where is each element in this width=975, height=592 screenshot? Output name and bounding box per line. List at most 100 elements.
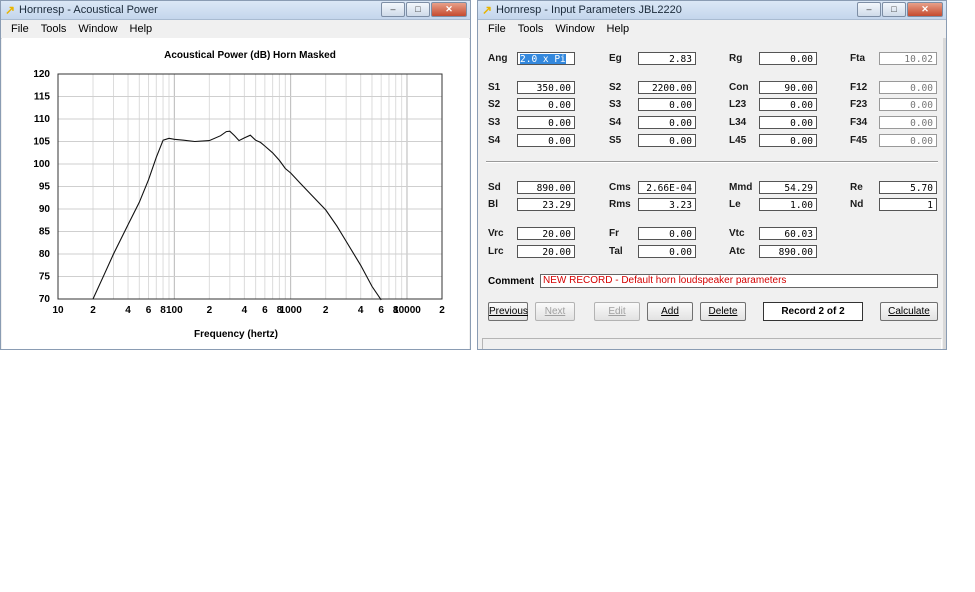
x-tick-label: 10000 <box>393 305 421 316</box>
menu-help[interactable]: Help <box>124 23 159 35</box>
maximize-button[interactable]: □ <box>406 2 430 17</box>
minimize-button[interactable]: – <box>857 2 881 17</box>
param-field-eg-1[interactable]: 2.83 <box>638 52 696 65</box>
param-field-lrc-31[interactable]: 20.00 <box>517 245 575 258</box>
param-field-f34-15[interactable]: 0.00 <box>879 116 937 129</box>
param-field-rms-25[interactable]: 3.23 <box>638 198 696 211</box>
param-label-eg-1: Eg <box>609 53 622 64</box>
param-label-l23-10: L23 <box>729 99 747 110</box>
add-button[interactable]: Add <box>647 302 693 321</box>
param-field-l45-18[interactable]: 0.00 <box>759 134 817 147</box>
y-tick-label: 120 <box>33 69 50 80</box>
param-field-fr-29[interactable]: 0.00 <box>638 227 696 240</box>
menu-file[interactable]: File <box>5 23 35 35</box>
param-field-f23-11[interactable]: 0.00 <box>879 98 937 111</box>
param-label-vrc-28: Vrc <box>488 228 504 239</box>
param-field-cms-21[interactable]: 2.66E-04 <box>638 181 696 194</box>
param-label-s2-8: S2 <box>488 99 501 110</box>
chart-area: Acoustical Power (dB) Horn Masked 70 75 80 8… <box>2 38 469 349</box>
param-label-fta-3: Fta <box>850 53 865 64</box>
record-indicator: Record 2 of 2 <box>763 302 863 321</box>
delete-button[interactable]: Delete <box>700 302 746 321</box>
param-field-s5-17[interactable]: 0.00 <box>638 134 696 147</box>
left-menu-bar: File Tools Window Help <box>1 20 470 39</box>
x-tick-label: 10 <box>52 305 64 316</box>
x-tick-label: 6 <box>146 305 152 316</box>
param-field-nd-27[interactable]: 1 <box>879 198 937 211</box>
param-field-bl-24[interactable]: 23.29 <box>517 198 575 211</box>
param-label-s5-17: S5 <box>609 135 622 146</box>
param-label-nd-27: Nd <box>850 199 864 210</box>
previous-button[interactable]: Previous <box>488 302 528 321</box>
comment-field[interactable]: NEW RECORD - Default horn loudspeaker pa… <box>540 274 938 288</box>
param-field-l23-10[interactable]: 0.00 <box>759 98 817 111</box>
left-title-bar[interactable]: ↗ Hornresp - Acoustical Power – □ ✕ <box>1 1 470 20</box>
x-tick-label: 6 <box>378 305 384 316</box>
close-button[interactable]: ✕ <box>431 2 467 17</box>
param-field-f45-19[interactable]: 0.00 <box>879 134 937 147</box>
param-field-sd-20[interactable]: 890.00 <box>517 181 575 194</box>
calculate-button[interactable]: Calculate <box>880 302 938 321</box>
param-label-re-23: Re <box>850 182 863 193</box>
param-field-tal-32[interactable]: 0.00 <box>638 245 696 258</box>
x-tick-label: 2 <box>90 305 96 316</box>
x-tick-label: 4 <box>242 305 248 316</box>
param-field-s1-4[interactable]: 350.00 <box>517 81 575 94</box>
param-field-atc-33[interactable]: 890.00 <box>759 245 817 258</box>
add-button-label: Add <box>661 306 679 317</box>
param-label-vtc-30: Vtc <box>729 228 745 239</box>
param-field-re-23[interactable]: 5.70 <box>879 181 937 194</box>
param-label-lrc-31: Lrc <box>488 246 504 257</box>
param-field-le-26[interactable]: 1.00 <box>759 198 817 211</box>
param-field-s2-8[interactable]: 0.00 <box>517 98 575 111</box>
y-tick-label: 105 <box>33 137 50 148</box>
param-label-l34-14: L34 <box>729 117 747 128</box>
right-menu-bar: File Tools Window Help <box>478 20 946 39</box>
menu-window[interactable]: Window <box>72 23 123 35</box>
x-tick-label: 2 <box>323 305 329 316</box>
param-field-mmd-22[interactable]: 54.29 <box>759 181 817 194</box>
param-label-sd-20: Sd <box>488 182 501 193</box>
param-field-ang-0[interactable]: 2.0 x Pi <box>517 52 575 65</box>
param-field-rg-2[interactable]: 0.00 <box>759 52 817 65</box>
param-field-s2-5[interactable]: 2200.00 <box>638 81 696 94</box>
right-window-title: Hornresp - Input Parameters JBL2220 <box>496 4 682 16</box>
param-field-con-6[interactable]: 90.00 <box>759 81 817 94</box>
close-button[interactable]: ✕ <box>907 2 943 17</box>
param-field-s3-9[interactable]: 0.00 <box>638 98 696 111</box>
calculate-button-label: Calculate <box>888 306 930 317</box>
menu-help[interactable]: Help <box>601 23 636 35</box>
selected-text: 2.0 x Pi <box>520 54 566 65</box>
y-tick-label: 70 <box>39 294 51 305</box>
right-title-bar[interactable]: ↗ Hornresp - Input Parameters JBL2220 – … <box>478 1 946 20</box>
x-tick-label: 1000 <box>280 305 303 316</box>
param-label-l45-18: L45 <box>729 135 747 146</box>
maximize-button[interactable]: □ <box>882 2 906 17</box>
menu-file[interactable]: File <box>482 23 512 35</box>
hornresp-app-icon: ↗ <box>482 3 493 17</box>
minimize-button[interactable]: – <box>381 2 405 17</box>
param-field-s3-12[interactable]: 0.00 <box>517 116 575 129</box>
param-field-vrc-28[interactable]: 20.00 <box>517 227 575 240</box>
param-label-bl-24: Bl <box>488 199 498 210</box>
param-field-f12-7[interactable]: 0.00 <box>879 81 937 94</box>
window-scrollbar[interactable] <box>943 38 946 349</box>
param-label-tal-32: Tal <box>609 246 623 257</box>
param-field-s4-16[interactable]: 0.00 <box>517 134 575 147</box>
menu-tools[interactable]: Tools <box>512 23 550 35</box>
param-label-s1-4: S1 <box>488 82 501 93</box>
chart-title: Acoustical Power (dB) Horn Masked <box>164 50 336 61</box>
param-label-le-26: Le <box>729 199 741 210</box>
form-divider <box>486 161 938 163</box>
param-field-fta-3[interactable]: 10.02 <box>879 52 937 65</box>
edit-button[interactable]: Edit <box>594 302 640 321</box>
x-tick-label: 4 <box>125 305 131 316</box>
menu-tools[interactable]: Tools <box>35 23 73 35</box>
param-label-rg-2: Rg <box>729 53 743 64</box>
menu-window[interactable]: Window <box>549 23 600 35</box>
param-field-s4-13[interactable]: 0.00 <box>638 116 696 129</box>
param-field-l34-14[interactable]: 0.00 <box>759 116 817 129</box>
x-tick-label: 2 <box>207 305 213 316</box>
next-button[interactable]: Next <box>535 302 575 321</box>
param-field-vtc-30[interactable]: 60.03 <box>759 227 817 240</box>
